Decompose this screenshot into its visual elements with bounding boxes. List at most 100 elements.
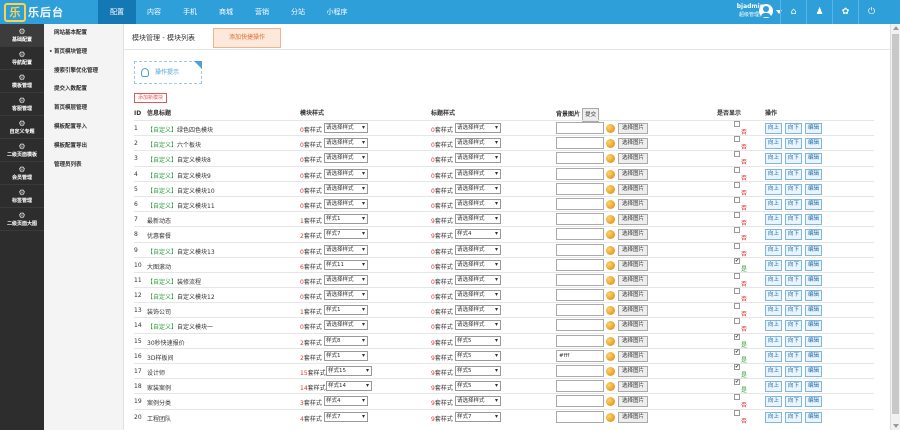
- scroll-up-icon[interactable]: [893, 26, 899, 30]
- module-style-select[interactable]: 样式15: [326, 366, 372, 376]
- display-checkbox[interactable]: [734, 288, 740, 295]
- title-style-select[interactable]: 样式5: [455, 381, 501, 392]
- edit-button[interactable]: 编辑: [805, 138, 823, 150]
- display-checkbox[interactable]: ✔: [734, 364, 740, 370]
- move-up-button[interactable]: 向上: [765, 290, 783, 302]
- bg-image-input[interactable]: [556, 167, 604, 180]
- title-style-select[interactable]: 请选择样式: [455, 274, 501, 285]
- move-down-button[interactable]: 向下: [785, 183, 803, 195]
- title-style-select[interactable]: 请选择样式: [455, 138, 501, 149]
- add-module-button[interactable]: 添加新模块: [134, 93, 168, 103]
- display-checkbox[interactable]: ✔: [734, 348, 740, 355]
- move-up-button[interactable]: 向上: [765, 305, 783, 317]
- display-checkbox[interactable]: [734, 136, 740, 143]
- subnav-item[interactable]: 搜索引擎优化管理: [44, 62, 123, 81]
- subnav-item[interactable]: 模板配置导入: [44, 118, 123, 137]
- bg-image-input[interactable]: [556, 380, 604, 393]
- choose-image-button[interactable]: 选择图片: [618, 244, 649, 256]
- choose-image-button[interactable]: 选择图片: [618, 259, 649, 271]
- bg-image-input[interactable]: [556, 289, 604, 302]
- move-down-button[interactable]: 向下: [785, 198, 803, 210]
- title-style-select[interactable]: 样式4: [455, 229, 501, 240]
- move-down-button[interactable]: 向下: [785, 335, 803, 347]
- move-down-button[interactable]: 向下: [785, 214, 803, 226]
- subnav-item[interactable]: 模板配置导出: [44, 137, 123, 156]
- bg-image-input[interactable]: [556, 395, 604, 408]
- subnav-item[interactable]: 提交入数配置: [44, 80, 123, 99]
- edit-button[interactable]: 编辑: [805, 259, 823, 271]
- edit-button[interactable]: 编辑: [805, 320, 823, 332]
- bg-image-input[interactable]: [556, 365, 604, 377]
- edit-button[interactable]: 编辑: [805, 305, 823, 317]
- module-style-select[interactable]: 请选择样式: [324, 198, 368, 209]
- move-down-button[interactable]: 向下: [785, 411, 803, 423]
- title-style-select[interactable]: 样式7: [455, 411, 501, 422]
- move-up-button[interactable]: 向上: [765, 123, 783, 134]
- module-style-select[interactable]: 样式1: [324, 350, 368, 361]
- module-style-select[interactable]: 样式8: [324, 335, 368, 346]
- move-up-button[interactable]: 向上: [765, 214, 783, 226]
- edit-button[interactable]: 编辑: [805, 335, 823, 347]
- bg-image-input[interactable]: [556, 137, 604, 150]
- title-style-select[interactable]: 请选择样式: [455, 214, 501, 225]
- display-checkbox[interactable]: [734, 181, 740, 188]
- move-up-button[interactable]: 向上: [765, 153, 783, 165]
- display-checkbox[interactable]: [734, 242, 740, 249]
- palette-icon[interactable]: ✿: [832, 0, 858, 24]
- choose-image-button[interactable]: 选择图片: [618, 305, 649, 317]
- move-down-button[interactable]: 向下: [785, 274, 803, 286]
- move-up-button[interactable]: 向上: [765, 411, 783, 423]
- display-checkbox[interactable]: [734, 227, 740, 234]
- edit-button[interactable]: 编辑: [805, 198, 823, 210]
- bg-image-input[interactable]: #fff: [556, 349, 604, 362]
- topnav-item[interactable]: 分站: [280, 0, 316, 24]
- choose-image-button[interactable]: 选择图片: [618, 138, 649, 150]
- move-down-button[interactable]: 向下: [785, 229, 803, 241]
- sidebar-item[interactable]: ⚙ 会员管理: [0, 162, 44, 185]
- bg-image-input[interactable]: [556, 243, 604, 256]
- move-down-button[interactable]: 向下: [785, 244, 803, 256]
- avatar[interactable]: [759, 4, 773, 18]
- display-checkbox[interactable]: [734, 212, 740, 219]
- edit-button[interactable]: 编辑: [805, 290, 823, 302]
- module-style-select[interactable]: 请选择样式: [324, 183, 368, 194]
- module-style-select[interactable]: 样式1: [324, 305, 368, 316]
- scrollbar[interactable]: [890, 24, 900, 430]
- title-style-select[interactable]: 样式5: [455, 335, 501, 346]
- move-up-button[interactable]: 向上: [765, 168, 783, 180]
- move-up-button[interactable]: 向上: [765, 183, 783, 195]
- choose-image-button[interactable]: 选择图片: [618, 320, 649, 332]
- move-up-button[interactable]: 向上: [765, 335, 783, 347]
- title-style-select[interactable]: 请选择样式: [455, 244, 501, 255]
- choose-image-button[interactable]: 选择图片: [618, 335, 649, 347]
- bg-image-input[interactable]: [556, 182, 604, 195]
- sidebar-item[interactable]: ⚙ 基础配置: [0, 24, 44, 47]
- move-up-button[interactable]: 向上: [765, 381, 783, 393]
- edit-button[interactable]: 编辑: [805, 153, 823, 165]
- tip-panel[interactable]: 操作提示: [134, 61, 202, 84]
- edit-button[interactable]: 编辑: [805, 350, 823, 362]
- move-down-button[interactable]: 向下: [785, 320, 803, 332]
- move-up-button[interactable]: 向上: [765, 138, 783, 150]
- bg-image-input[interactable]: [556, 152, 604, 165]
- move-up-button[interactable]: 向上: [765, 350, 783, 362]
- move-up-button[interactable]: 向上: [765, 259, 783, 271]
- sidebar-item[interactable]: ⚙ 标签管理: [0, 185, 44, 208]
- display-checkbox[interactable]: ✔: [734, 333, 740, 340]
- bg-image-input[interactable]: [556, 122, 604, 134]
- choose-image-button[interactable]: 选择图片: [618, 366, 649, 377]
- title-style-select[interactable]: 请选择样式: [455, 320, 501, 331]
- edit-button[interactable]: 编辑: [805, 214, 823, 226]
- sidebar-item[interactable]: ⚙ 模板管理: [0, 70, 44, 93]
- quick-add-button[interactable]: 添加快捷操作: [213, 28, 281, 48]
- move-up-button[interactable]: 向上: [765, 274, 783, 286]
- move-down-button[interactable]: 向下: [785, 153, 803, 165]
- choose-image-button[interactable]: 选择图片: [618, 153, 649, 165]
- topnav-item[interactable]: 手机: [172, 0, 208, 24]
- move-down-button[interactable]: 向下: [785, 366, 803, 377]
- title-style-select[interactable]: 请选择样式: [455, 396, 501, 407]
- bg-image-input[interactable]: [556, 319, 604, 332]
- edit-button[interactable]: 编辑: [805, 381, 823, 393]
- edit-button[interactable]: 编辑: [805, 168, 823, 180]
- module-style-select[interactable]: 样式1: [324, 214, 368, 225]
